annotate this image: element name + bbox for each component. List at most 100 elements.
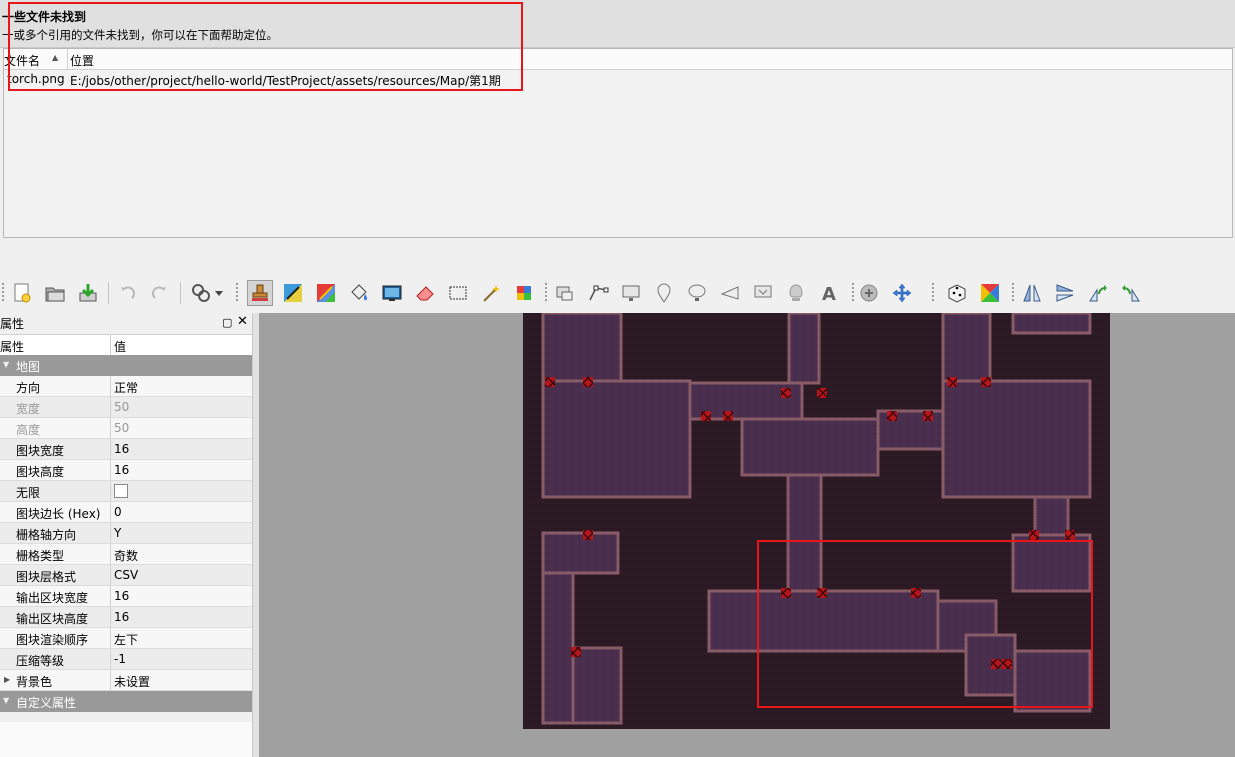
flip-horizontal-icon[interactable]	[1019, 280, 1045, 306]
select-objects-icon[interactable]	[552, 280, 578, 306]
property-value[interactable]: 50	[114, 421, 129, 435]
rotate-right-icon[interactable]	[1118, 280, 1144, 306]
wang-fill-mode-icon[interactable]	[977, 280, 1003, 306]
wang-brush-icon[interactable]	[313, 280, 339, 306]
redo-icon[interactable]	[147, 280, 173, 306]
dropdown-arrow-icon[interactable]	[212, 280, 226, 306]
map-canvas[interactable]	[259, 313, 1235, 757]
column-divider[interactable]	[110, 335, 111, 355]
edit-polygons-icon[interactable]	[585, 280, 611, 306]
layer-offset-icon[interactable]	[856, 280, 882, 306]
property-value[interactable]: 左下	[114, 631, 138, 648]
terrain-brush-icon[interactable]	[280, 280, 306, 306]
property-row[interactable]: 图块边长 (Hex) 0	[0, 502, 252, 523]
tile-map[interactable]	[523, 313, 1110, 729]
column-divider	[110, 628, 111, 649]
file-location-cell: E:/jobs/other/project/hello-world/TestPr…	[70, 74, 501, 88]
column-header-value[interactable]: 值	[114, 338, 126, 355]
float-panel-icon[interactable]: ▢	[222, 316, 232, 329]
property-value[interactable]: 正常	[114, 379, 138, 396]
magic-wand-icon[interactable]	[478, 280, 504, 306]
property-name: 高度	[16, 423, 41, 437]
property-row[interactable]: 宽度 50	[0, 397, 252, 418]
missing-files-description: 一或多个引用的文件未找到，你可以在下面帮助定位。	[2, 28, 278, 42]
toolbar-grip[interactable]	[2, 283, 4, 303]
insert-tile-icon[interactable]	[750, 280, 776, 306]
property-row[interactable]: 栅格类型 奇数	[0, 544, 252, 565]
property-row[interactable]: 输出区块宽度 16	[0, 586, 252, 607]
column-header-location[interactable]: 位置	[70, 52, 94, 69]
sort-ascending-icon[interactable]: ▲	[52, 53, 58, 62]
move-icon[interactable]	[889, 280, 915, 306]
property-value[interactable]: Y	[114, 526, 121, 540]
property-row[interactable]: 图块层格式 CSV	[0, 565, 252, 586]
column-divider	[110, 460, 111, 481]
toolbar-separator	[180, 282, 181, 304]
column-divider	[110, 670, 111, 691]
rotate-left-icon[interactable]	[1085, 280, 1111, 306]
property-row[interactable]: ▶ 背景色 未设置	[0, 670, 252, 691]
property-row[interactable]: 无限	[0, 481, 252, 502]
insert-rectangle-icon[interactable]	[618, 280, 644, 306]
save-icon[interactable]	[75, 280, 101, 306]
toolbar-grip[interactable]	[852, 283, 854, 303]
column-divider	[110, 649, 111, 670]
property-value[interactable]: 16	[114, 463, 129, 477]
random-mode-icon[interactable]	[944, 280, 970, 306]
property-value[interactable]: 奇数	[114, 547, 138, 564]
select-same-tile-icon[interactable]	[511, 280, 537, 306]
column-header-name[interactable]: 属性	[0, 338, 24, 355]
toolbar-grip[interactable]	[932, 283, 934, 303]
toolbar-grip[interactable]	[545, 283, 547, 303]
column-divider[interactable]	[67, 49, 68, 69]
insert-template-icon[interactable]	[783, 280, 809, 306]
open-file-icon[interactable]	[42, 280, 68, 306]
flip-vertical-icon[interactable]	[1052, 280, 1078, 306]
property-row[interactable]: 输出区块高度 16	[0, 607, 252, 628]
infinite-checkbox[interactable]	[114, 484, 128, 498]
property-row[interactable]: 图块宽度 16	[0, 439, 252, 460]
missing-files-panel: 一些文件未找到 一或多个引用的文件未找到，你可以在下面帮助定位。 文件名 ▲ 位…	[0, 0, 1235, 240]
collapse-arrow-icon[interactable]: ▼	[3, 360, 9, 369]
property-row[interactable]: 图块渲染顺序 左下	[0, 628, 252, 649]
insert-text-icon[interactable]: A	[816, 280, 842, 306]
property-value[interactable]: 16	[114, 442, 129, 456]
property-row[interactable]: 图块高度 16	[0, 460, 252, 481]
insert-point-icon[interactable]	[651, 280, 677, 306]
property-row[interactable]: 高度 50	[0, 418, 252, 439]
property-value[interactable]: -1	[114, 652, 126, 666]
table-row[interactable]: torch.png E:/jobs/other/project/hello-wo…	[4, 71, 1232, 89]
commands-icon[interactable]	[188, 280, 214, 306]
panel-splitter[interactable]	[252, 313, 259, 757]
svg-text:A: A	[822, 284, 836, 304]
toolbar-grip[interactable]	[236, 283, 238, 303]
eraser-icon[interactable]	[412, 280, 438, 306]
insert-ellipse-icon[interactable]	[684, 280, 710, 306]
toolbar-separator	[108, 282, 109, 304]
toolbar-grip[interactable]	[1012, 283, 1014, 303]
expand-arrow-icon[interactable]: ▶	[4, 675, 10, 684]
undo-icon[interactable]	[114, 280, 140, 306]
property-value[interactable]: 16	[114, 610, 129, 624]
stamp-brush-icon[interactable]	[247, 280, 273, 306]
bucket-fill-icon[interactable]	[346, 280, 372, 306]
property-row[interactable]: 方向 正常	[0, 376, 252, 397]
column-divider	[110, 418, 111, 439]
property-value[interactable]: 16	[114, 589, 129, 603]
property-group-label: 地图	[16, 360, 41, 374]
property-group-map[interactable]: ▼ 地图	[0, 355, 252, 376]
close-icon[interactable]: ✕	[237, 314, 248, 329]
property-value[interactable]: 未设置	[114, 673, 150, 690]
property-row[interactable]: 栅格轴方向 Y	[0, 523, 252, 544]
property-value[interactable]: CSV	[114, 568, 138, 582]
property-value[interactable]: 50	[114, 400, 129, 414]
rectangular-select-icon[interactable]	[445, 280, 471, 306]
shape-fill-icon[interactable]	[379, 280, 405, 306]
property-row[interactable]: 压缩等级 -1	[0, 649, 252, 670]
property-value[interactable]: 0	[114, 505, 122, 519]
missing-files-header: 一些文件未找到 一或多个引用的文件未找到，你可以在下面帮助定位。	[0, 0, 1235, 48]
insert-polygon-icon[interactable]	[717, 280, 743, 306]
new-map-icon[interactable]	[9, 280, 35, 306]
collapse-arrow-icon[interactable]: ▼	[3, 696, 9, 705]
property-group-custom[interactable]: ▼ 自定义属性	[0, 691, 252, 712]
